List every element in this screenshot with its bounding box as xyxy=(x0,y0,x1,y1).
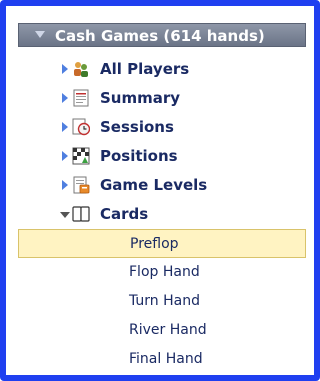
tree-subitem-label: Turn Hand xyxy=(129,293,200,309)
summary-report-icon xyxy=(73,89,89,107)
tree-item-label: All Players xyxy=(100,60,190,78)
players-icon xyxy=(74,62,88,77)
expand-arrow-icon[interactable] xyxy=(62,180,68,190)
tree-item-label: Cards xyxy=(100,205,149,223)
cash-games-header[interactable]: Cash Games (614 hands) xyxy=(18,23,306,47)
tree-item-label: Sessions xyxy=(100,118,174,136)
expand-arrow-icon[interactable] xyxy=(62,64,68,74)
expand-arrow-icon[interactable] xyxy=(62,93,68,103)
tree-item-all-players[interactable]: All Players xyxy=(18,55,306,84)
tree-subitem-flop-hand[interactable]: Flop Hand xyxy=(18,258,306,287)
tree-item-sessions[interactable]: Sessions xyxy=(18,113,306,142)
expand-arrow-icon[interactable] xyxy=(62,122,68,132)
positions-icon xyxy=(72,147,90,165)
expand-arrow-icon[interactable] xyxy=(62,151,68,161)
collapse-arrow-icon[interactable] xyxy=(60,212,70,218)
game-levels-icon xyxy=(73,176,90,194)
report-tree-panel: Cash Games (614 hands) All Players Summa… xyxy=(0,0,320,381)
tree-subitem-preflop[interactable]: Preflop xyxy=(18,229,306,258)
cash-games-title: Cash Games (614 hands) xyxy=(55,27,265,45)
tree-item-summary[interactable]: Summary xyxy=(18,84,306,113)
tree-item-label: Game Levels xyxy=(100,176,208,194)
tree-item-game-levels[interactable]: Game Levels xyxy=(18,171,306,200)
tree-item-label: Summary xyxy=(100,89,181,107)
tree-item-cards[interactable]: Cards xyxy=(18,200,306,229)
tree-subitem-river-hand[interactable]: River Hand xyxy=(18,316,306,345)
tree-item-label: Positions xyxy=(100,147,178,165)
tree-subitem-label: River Hand xyxy=(129,322,207,338)
tree-subitem-label: Preflop xyxy=(130,236,179,252)
clock-icon xyxy=(72,118,90,136)
tree-item-positions[interactable]: Positions xyxy=(18,142,306,171)
cards-icon xyxy=(72,206,90,222)
tree-subitem-label: Flop Hand xyxy=(129,264,200,280)
tree-subitem-final-hand[interactable]: Final Hand xyxy=(18,345,306,374)
tree-subitem-label: Final Hand xyxy=(129,351,203,367)
collapse-triangle-icon[interactable] xyxy=(35,31,45,38)
tree-subitem-turn-hand[interactable]: Turn Hand xyxy=(18,287,306,316)
